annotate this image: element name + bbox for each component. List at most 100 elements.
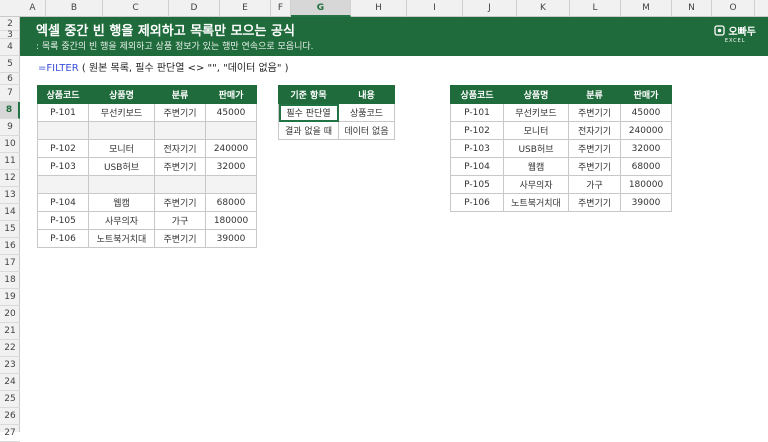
column-header-a[interactable]: A [20, 0, 46, 17]
result-table-cell[interactable]: P-102 [450, 121, 504, 140]
result-table-cell[interactable]: 노트북거치대 [503, 193, 569, 212]
result-table-cell[interactable]: USB허브 [503, 139, 569, 158]
source-table-cell[interactable] [37, 121, 89, 140]
source-table-cell[interactable]: 가구 [154, 211, 206, 230]
column-header-l[interactable]: L [570, 0, 621, 17]
row-header-20[interactable]: 20 [0, 306, 20, 323]
result-table-cell[interactable]: 주변기기 [568, 103, 621, 122]
row-header-4[interactable]: 4 [0, 39, 20, 56]
result-table-cell[interactable]: 가구 [568, 175, 621, 194]
result-table-cell[interactable]: 주변기기 [568, 139, 621, 158]
column-header-f[interactable]: F [271, 0, 291, 17]
column-header-h[interactable]: H [351, 0, 407, 17]
column-header-b[interactable]: B [46, 0, 103, 17]
column-header-n[interactable]: N [672, 0, 712, 17]
row-header-21[interactable]: 21 [0, 323, 20, 340]
column-header-m[interactable]: M [621, 0, 672, 17]
source-table-cell[interactable]: USB허브 [88, 157, 155, 176]
criteria-table-cell[interactable]: 필수 판단열 [278, 103, 339, 122]
source-table-cell[interactable]: 68000 [205, 193, 257, 212]
source-table-cell[interactable]: P-103 [37, 157, 89, 176]
row-header-9[interactable]: 9 [0, 119, 20, 136]
row-header-24[interactable]: 24 [0, 374, 20, 391]
source-table-cell[interactable]: 주변기기 [154, 229, 206, 248]
column-header-d[interactable]: D [169, 0, 220, 17]
criteria-table-header-cell[interactable]: 내용 [338, 85, 395, 104]
row-header-5[interactable]: 5 [0, 56, 20, 73]
column-header-j[interactable]: J [463, 0, 517, 17]
result-table-cell[interactable]: P-106 [450, 193, 504, 212]
result-table-cell[interactable]: 웹캠 [503, 157, 569, 176]
row-header-7[interactable]: 7 [0, 85, 20, 102]
source-table-cell[interactable]: P-106 [37, 229, 89, 248]
row-header-11[interactable]: 11 [0, 153, 20, 170]
source-table-cell[interactable]: 무선키보드 [88, 103, 155, 122]
source-table-cell[interactable]: P-104 [37, 193, 89, 212]
row-header-10[interactable]: 10 [0, 136, 20, 153]
result-table-cell[interactable]: 무선키보드 [503, 103, 569, 122]
source-table-cell[interactable]: 240000 [205, 139, 257, 158]
criteria-table-header-cell[interactable]: 기준 항목 [278, 85, 339, 104]
source-table-cell[interactable] [205, 121, 257, 140]
source-table-cell[interactable] [154, 121, 206, 140]
row-header-12[interactable]: 12 [0, 170, 20, 187]
source-table-cell[interactable]: 웹캠 [88, 193, 155, 212]
source-table-cell[interactable]: 사무의자 [88, 211, 155, 230]
source-table-cell[interactable]: 45000 [205, 103, 257, 122]
row-header-2[interactable]: 2 [0, 17, 20, 31]
row-header-22[interactable]: 22 [0, 340, 20, 357]
source-table-cell[interactable]: 주변기기 [154, 103, 206, 122]
result-table-cell[interactable]: 모니터 [503, 121, 569, 140]
criteria-table-cell[interactable]: 결과 없을 때 [278, 121, 339, 140]
row-header-8[interactable]: 8 [0, 102, 20, 119]
source-table-cell[interactable]: 전자기기 [154, 139, 206, 158]
result-table-header-cell[interactable]: 판매가 [620, 85, 672, 104]
source-table-header-cell[interactable]: 분류 [154, 85, 206, 104]
source-table-header-cell[interactable]: 상품명 [88, 85, 155, 104]
column-header-c[interactable]: C [103, 0, 169, 17]
row-header-17[interactable]: 17 [0, 255, 20, 272]
row-header-19[interactable]: 19 [0, 289, 20, 306]
source-table-cell[interactable] [154, 175, 206, 194]
result-table-cell[interactable]: P-104 [450, 157, 504, 176]
source-table-cell[interactable] [205, 175, 257, 194]
row-header-18[interactable]: 18 [0, 272, 20, 289]
column-header-k[interactable]: K [517, 0, 570, 17]
row-header-26[interactable]: 26 [0, 408, 20, 425]
result-table-cell[interactable]: 180000 [620, 175, 672, 194]
source-table-cell[interactable] [88, 121, 155, 140]
row-header-23[interactable]: 23 [0, 357, 20, 374]
row-header-6[interactable]: 6 [0, 73, 20, 85]
result-table-header-cell[interactable]: 상품코드 [450, 85, 504, 104]
criteria-table-cell[interactable]: 데이터 없음 [338, 121, 395, 140]
column-header-o[interactable]: O [712, 0, 755, 17]
criteria-table-cell[interactable]: 상품코드 [338, 103, 395, 122]
source-table-cell[interactable] [88, 175, 155, 194]
row-header-27[interactable]: 27 [0, 425, 20, 442]
row-header-3[interactable]: 3 [0, 31, 20, 40]
column-header-g[interactable]: G [291, 0, 351, 17]
result-table-cell[interactable]: P-101 [450, 103, 504, 122]
source-table-header-cell[interactable]: 상품코드 [37, 85, 89, 104]
source-table-cell[interactable]: P-105 [37, 211, 89, 230]
result-table-cell[interactable]: 32000 [620, 139, 672, 158]
result-table-cell[interactable]: 39000 [620, 193, 672, 212]
column-header-i[interactable]: I [407, 0, 463, 17]
source-table-cell[interactable]: 180000 [205, 211, 257, 230]
source-table-cell[interactable] [37, 175, 89, 194]
source-table-cell[interactable]: 32000 [205, 157, 257, 176]
result-table-cell[interactable]: 전자기기 [568, 121, 621, 140]
source-table-header-cell[interactable]: 판매가 [205, 85, 257, 104]
result-table-cell[interactable]: 주변기기 [568, 193, 621, 212]
source-table-cell[interactable]: P-101 [37, 103, 89, 122]
source-table-cell[interactable]: 39000 [205, 229, 257, 248]
source-table-cell[interactable]: 노트북거치대 [88, 229, 155, 248]
row-header-13[interactable]: 13 [0, 187, 20, 204]
source-table-cell[interactable]: 주변기기 [154, 193, 206, 212]
result-table-cell[interactable]: 45000 [620, 103, 672, 122]
source-table-cell[interactable]: P-102 [37, 139, 89, 158]
result-table-header-cell[interactable]: 분류 [568, 85, 621, 104]
row-header-14[interactable]: 14 [0, 204, 20, 221]
result-table-cell[interactable]: P-103 [450, 139, 504, 158]
result-table-cell[interactable]: 240000 [620, 121, 672, 140]
